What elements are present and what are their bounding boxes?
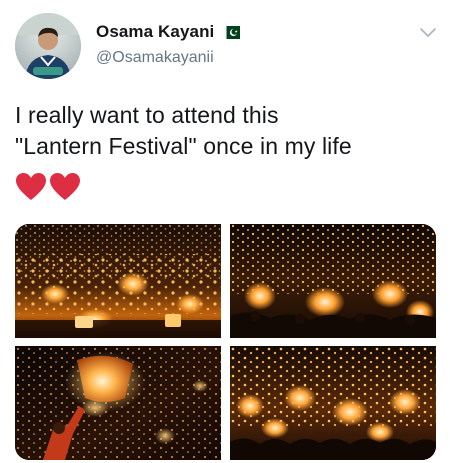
chevron-down-icon[interactable] — [419, 26, 437, 38]
user-handle[interactable]: @Osamakayanii — [96, 49, 214, 67]
tweet-text-line-1: I really want to attend this — [15, 102, 279, 128]
lantern-festival-photo-3[interactable] — [15, 346, 221, 460]
tweet-text: I really want to attend this "Lantern Fe… — [15, 100, 435, 162]
lantern-festival-photo-1[interactable] — [15, 224, 221, 338]
red-heart-icon — [50, 173, 80, 200]
emoji-row — [15, 172, 81, 202]
avatar[interactable] — [15, 13, 81, 79]
pakistan-flag-icon — [222, 25, 241, 39]
tweet: Osama Kayani @Osamakayanii I really want… — [0, 0, 450, 463]
media-grid — [15, 224, 436, 460]
display-name-row: Osama Kayani — [96, 22, 241, 42]
display-name[interactable]: Osama Kayani — [96, 22, 214, 42]
lantern-festival-photo-2[interactable] — [230, 224, 436, 338]
tweet-text-line-2: "Lantern Festival" once in my life — [15, 133, 352, 159]
lantern-festival-photo-4[interactable] — [230, 346, 436, 460]
red-heart-icon — [16, 173, 46, 200]
